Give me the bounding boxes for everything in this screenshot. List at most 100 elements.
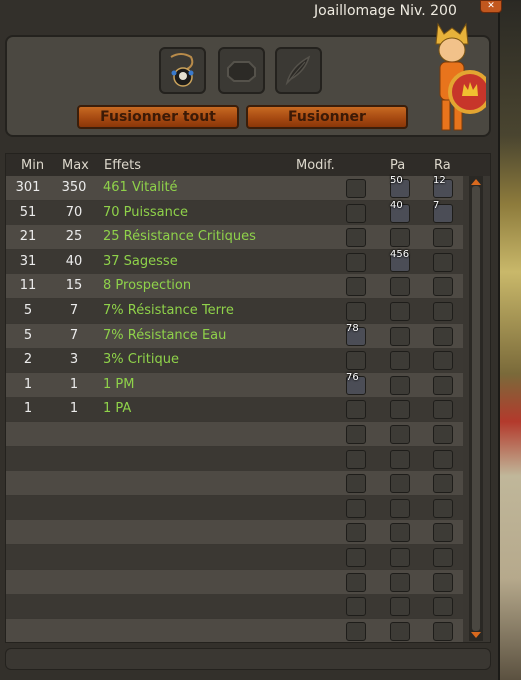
ra-rune-slot[interactable] [433,498,453,518]
table-row: 31 40 37 Sagesse 456 [6,249,463,274]
table-header: Min Max Effets Modif. Pa Ra [6,154,490,176]
modif-rune-slot[interactable] [346,523,366,543]
ra-rune-slot[interactable] [433,523,453,543]
ra-rune-slot[interactable]: 7 [433,200,453,223]
pa-rune-slot[interactable] [390,277,410,297]
ra-rune-slot[interactable]: 12 [433,175,453,198]
modif-rune-slot[interactable] [346,498,366,518]
table-row [6,594,463,619]
pa-rune-slot[interactable] [390,474,410,494]
ra-rune-slot[interactable] [433,572,453,592]
pa-rune-slot[interactable] [390,498,410,518]
ra-rune-slot[interactable] [433,548,453,567]
modif-rune-slot[interactable] [346,203,366,223]
merge-all-button[interactable]: Fusionner tout [77,105,239,129]
scroll-up-icon[interactable] [471,178,481,186]
octagon-icon [227,61,256,82]
table-row: 2 3 3% Critique [6,348,463,373]
ra-rune-slot[interactable] [433,449,453,469]
header-effects: Effets [104,158,142,173]
amulet-icon [170,53,194,87]
row-max: 7 [69,303,79,318]
ra-rune-slot[interactable] [433,228,453,248]
ra-rune-slot[interactable] [433,277,453,297]
pa-rune-slot[interactable] [390,400,410,420]
row-effect: 1 PA [103,401,132,417]
ra-rune-slot[interactable] [433,425,453,444]
table-row [6,545,463,569]
pa-rune-slot[interactable] [390,326,410,346]
table-row [6,422,463,446]
pa-rune-slot[interactable] [390,302,410,321]
pa-rune-slot[interactable] [390,449,410,469]
ra-rune-slot[interactable] [433,400,453,420]
pa-rune-slot[interactable] [390,351,410,371]
row-min: 301 [15,180,41,195]
ra-rune-slot[interactable] [433,351,453,371]
modif-rune-slot[interactable] [346,252,366,272]
table-row: 51 70 70 Puissance 40 7 [6,200,463,225]
item-slot[interactable] [159,47,206,94]
ra-rune-slot[interactable] [433,375,453,395]
row-effect: 3% Critique [103,352,179,368]
pa-rune-slot[interactable] [390,425,410,444]
pa-rune-slot[interactable]: 456 [390,249,410,272]
ra-rune-slot[interactable] [433,252,453,272]
scrollbar[interactable] [469,176,483,641]
modif-rune-slot[interactable] [346,449,366,469]
header-max: Max [62,158,89,173]
modif-rune-slot[interactable] [346,179,366,198]
row-min: 1 [23,376,33,392]
effects-table: Min Max Effets Modif. Pa Ra 301 350 461 Vi… [5,153,491,643]
row-min: 1 [23,401,33,417]
ra-rune-slot[interactable] [433,326,453,346]
pa-rune-slot[interactable] [390,572,410,592]
header-min: Min [21,158,45,173]
ra-rune-slot[interactable] [433,474,453,494]
pa-rune-slot[interactable] [390,375,410,395]
row-min: 11 [19,278,37,294]
row-max: 350 [61,180,87,195]
scroll-down-icon[interactable] [471,631,481,639]
potion-slot[interactable] [275,47,322,94]
modif-rune-slot[interactable] [346,302,366,321]
pa-rune-slot[interactable]: 50 [390,175,410,198]
rune-count: 50 [390,175,403,186]
row-min: 31 [19,253,37,269]
pa-rune-slot[interactable] [390,523,410,543]
modif-rune-slot[interactable] [346,474,366,494]
modif-rune-slot[interactable]: 76 [346,372,366,395]
row-max: 70 [65,204,83,220]
modif-rune-slot[interactable]: 78 [346,323,366,346]
modif-rune-slot[interactable] [346,425,366,444]
crafting-panel: Fusionner tout Fusionner [5,35,491,137]
modif-rune-slot[interactable] [346,597,366,617]
modif-rune-slot[interactable] [346,548,366,567]
pa-rune-slot[interactable] [390,228,410,248]
game-background [500,0,521,680]
pa-rune-slot[interactable]: 40 [390,200,410,223]
row-max: 7 [69,327,79,343]
modif-rune-slot[interactable] [346,572,366,592]
modif-rune-slot[interactable] [346,400,366,420]
table-row [6,495,463,520]
pa-rune-slot[interactable] [390,597,410,617]
close-button[interactable]: ✕ [480,0,502,13]
modif-rune-slot[interactable] [346,228,366,248]
table-row: 5 7 7% Résistance Terre [6,299,463,323]
pa-rune-slot[interactable] [390,548,410,567]
row-min: 21 [19,229,37,245]
pa-rune-slot[interactable] [390,621,410,641]
ra-rune-slot[interactable] [433,302,453,321]
scroll-track[interactable] [472,186,480,631]
merge-button[interactable]: Fusionner [246,105,408,129]
modif-rune-slot[interactable] [346,351,366,371]
row-max: 25 [65,229,83,245]
modif-rune-slot[interactable] [346,621,366,641]
rune-slot[interactable] [218,47,265,94]
row-min: 5 [23,303,33,318]
modif-rune-slot[interactable] [346,277,366,297]
ra-rune-slot[interactable] [433,597,453,617]
row-effect: 8 Prospection [103,278,192,294]
ra-rune-slot[interactable] [433,621,453,641]
